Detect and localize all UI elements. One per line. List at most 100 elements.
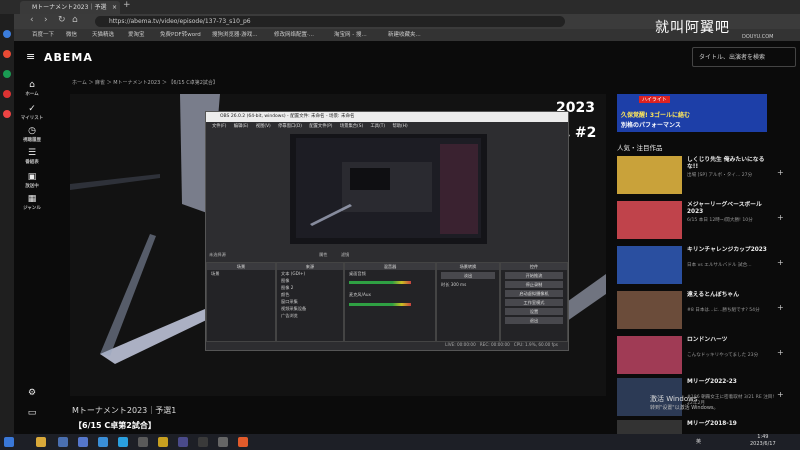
home-icon[interactable]: ⌂: [72, 15, 78, 25]
bookmark-item[interactable]: 修改网络配置·...: [274, 30, 314, 40]
nav-home[interactable]: ⌂ ホーム: [16, 80, 48, 97]
device-icon[interactable]: ▭: [16, 408, 48, 419]
obs-transitions-title: 场景转换: [437, 263, 499, 270]
list-item[interactable]: ロンドンハーツ こんなドッキリやってました 23分 +: [617, 336, 787, 374]
add-mylist-icon[interactable]: +: [777, 348, 784, 357]
list-item[interactable]: キリンチャレンジカップ2023 日本 vs エルサルバドル 試合... +: [617, 246, 787, 284]
browser-taskbar-icon[interactable]: [238, 437, 248, 447]
sidebar-app-icon[interactable]: [3, 90, 11, 98]
reload-icon[interactable]: ↻: [58, 15, 66, 25]
obs-exit-button[interactable]: 退出: [505, 317, 563, 324]
add-mylist-icon[interactable]: +: [777, 303, 784, 312]
taskbar-app-icon[interactable]: [178, 437, 188, 447]
obs-rec-time: REC: 00:00:00: [479, 342, 510, 347]
new-tab-button[interactable]: +: [123, 0, 131, 10]
item-sub: 6/15 本日 12時~/開大勝! 10分: [687, 218, 753, 223]
obs-settings-button[interactable]: 设置: [505, 308, 563, 315]
obs-start-stream-button[interactable]: 开始推流: [505, 272, 563, 279]
obs-source-item[interactable]: 图像: [277, 277, 343, 284]
browser-sidebar: [0, 14, 14, 434]
nav-onair[interactable]: ▣ 放送中: [16, 172, 48, 189]
add-mylist-icon[interactable]: +: [777, 258, 784, 267]
obs-source-toolbar: 未选择源 属性 滤镜: [206, 250, 568, 259]
taskbar-app-icon[interactable]: [58, 437, 68, 447]
obs-menu-view[interactable]: 视图(V): [256, 124, 271, 129]
obs-menu-help[interactable]: 帮助(H): [392, 124, 407, 129]
obs-source-item[interactable]: 广告浏览: [277, 312, 343, 319]
nav-schedule[interactable]: ☰ 番組表: [16, 148, 48, 165]
taskbar-app-icon[interactable]: [138, 437, 148, 447]
forward-icon[interactable]: ›: [44, 15, 48, 25]
input-language[interactable]: 英: [696, 438, 701, 445]
add-mylist-icon[interactable]: +: [777, 390, 784, 399]
obs-menu-profile[interactable]: 配置文件(P): [309, 124, 332, 129]
back-icon[interactable]: ‹: [30, 15, 34, 25]
thumbnail: [617, 420, 682, 434]
list-item[interactable]: メジャーリーグベースボール2023 6/15 本日 12時~/開大勝! 10分 …: [617, 201, 787, 239]
obs-duration-label: 时长: [441, 282, 450, 287]
obs-menu-tools[interactable]: 工具(T): [371, 124, 386, 129]
bookmark-item[interactable]: 免费PDF转word: [160, 30, 201, 40]
add-mylist-icon[interactable]: +: [777, 168, 784, 177]
obs-source-item[interactable]: 文本 (GDI+): [277, 270, 343, 277]
obs-preview[interactable]: [290, 134, 487, 244]
search-input[interactable]: タイトル、出演者を検索: [692, 47, 796, 67]
nav-genre[interactable]: ▦ ジャンル: [16, 194, 48, 211]
add-mylist-icon[interactable]: +: [777, 213, 784, 222]
taskbar-app-icon[interactable]: [98, 437, 108, 447]
list-item[interactable]: しくじり先生 俺みたいになるな!! 出場 [SP] アルボ・タイ... 27分 …: [617, 156, 787, 194]
obs-source-item[interactable]: 视频采集设备: [277, 305, 343, 312]
obs-menu-file[interactable]: 文件(F): [212, 124, 226, 129]
highlight-banner[interactable]: ハイライト 久保覚醒! 3ゴールに絡む 別格のパフォーマンス: [617, 94, 767, 132]
obs-menu-docks[interactable]: 停靠窗口(D): [278, 124, 302, 129]
url-input[interactable]: https://abema.tv/video/episode/137-73_s1…: [95, 16, 565, 27]
obs-studio-mode-button[interactable]: 工作室模式: [505, 299, 563, 306]
obs-scene-item[interactable]: 场景: [207, 270, 275, 277]
obs-sources-dock: 来源 文本 (GDI+) 图像 图像 2 颜色 窗口采集 视频采集设备 广告浏览: [276, 262, 344, 342]
tab-close-icon[interactable]: ×: [112, 1, 117, 14]
sidebar-app-icon[interactable]: [3, 110, 11, 118]
bookmark-item[interactable]: 爱淘宝: [128, 30, 145, 40]
bookmark-item[interactable]: 搜狗浏览器·游戏...: [212, 30, 258, 40]
obs-duration-value[interactable]: 300 ms: [451, 282, 467, 287]
obs-menu-edit[interactable]: 编辑(E): [234, 124, 249, 129]
bookmark-item[interactable]: 微信: [66, 30, 77, 40]
bookmark-item[interactable]: 天猫精选: [92, 30, 114, 40]
bookmark-item[interactable]: 淘宝网 - 搜...: [334, 30, 367, 40]
tv-icon: ▣: [27, 172, 37, 182]
breadcrumb: ホーム ＞ 麻雀 ＞ Mトーナメント2023 ＞ 【6/15 C卓第2試合】: [72, 80, 218, 86]
obs-menu-scenes[interactable]: 场景集合(S): [340, 124, 363, 129]
taskbar-app-icon[interactable]: [118, 437, 128, 447]
taskbar-app-icon[interactable]: [78, 437, 88, 447]
abema-logo[interactable]: ABEMA: [44, 51, 93, 64]
nav-history[interactable]: ◷ 視聴履歴: [16, 126, 48, 143]
obs-filters-button[interactable]: 滤镜: [341, 252, 349, 257]
settings-icon[interactable]: ⚙: [16, 388, 48, 399]
obs-window[interactable]: OBS 26.0.2 (64-bit, windows) - 配置文件: 未命名…: [205, 111, 569, 351]
thumbnail: [617, 291, 682, 329]
bookmark-item[interactable]: 百度一下: [32, 30, 54, 40]
list-item[interactable]: Mリーグ2018-19: [617, 420, 787, 434]
list-item[interactable]: 遠えるとんぼちゃん #8 日本は...に...勝ち組です? 54分 +: [617, 291, 787, 329]
taskbar-app-icon[interactable]: [198, 437, 208, 447]
video-title: Mトーナメント2023｜予選1: [72, 406, 177, 415]
obs-source-item[interactable]: 颜色: [277, 291, 343, 298]
windows-start-icon[interactable]: [4, 437, 14, 447]
bookmark-item[interactable]: 新建收藏夹...: [388, 30, 421, 40]
obs-source-item[interactable]: 窗口采集: [277, 298, 343, 305]
obs-stop-record-button[interactable]: 停止录制: [505, 281, 563, 288]
nav-mylist[interactable]: ✓ マイリスト: [16, 104, 48, 121]
sidebar-app-icon[interactable]: [3, 30, 11, 38]
hamburger-menu-icon[interactable]: ≡: [26, 50, 35, 63]
obs-properties-button[interactable]: 属性: [319, 252, 327, 257]
taskbar-clock[interactable]: 1:49 2023/6/17: [750, 434, 776, 448]
browser-tab[interactable]: Mトーナメント2023｜予選 ×: [20, 1, 120, 14]
sidebar-app-icon[interactable]: [3, 70, 11, 78]
obs-taskbar-icon[interactable]: [218, 437, 228, 447]
obs-transition-select[interactable]: 淡出: [441, 272, 495, 279]
obs-source-item[interactable]: 图像 2: [277, 284, 343, 291]
sidebar-app-icon[interactable]: [3, 50, 11, 58]
file-explorer-icon[interactable]: [36, 437, 46, 447]
obs-virtual-cam-button[interactable]: 启动虚拟摄像机: [505, 290, 563, 297]
taskbar-app-icon[interactable]: [158, 437, 168, 447]
